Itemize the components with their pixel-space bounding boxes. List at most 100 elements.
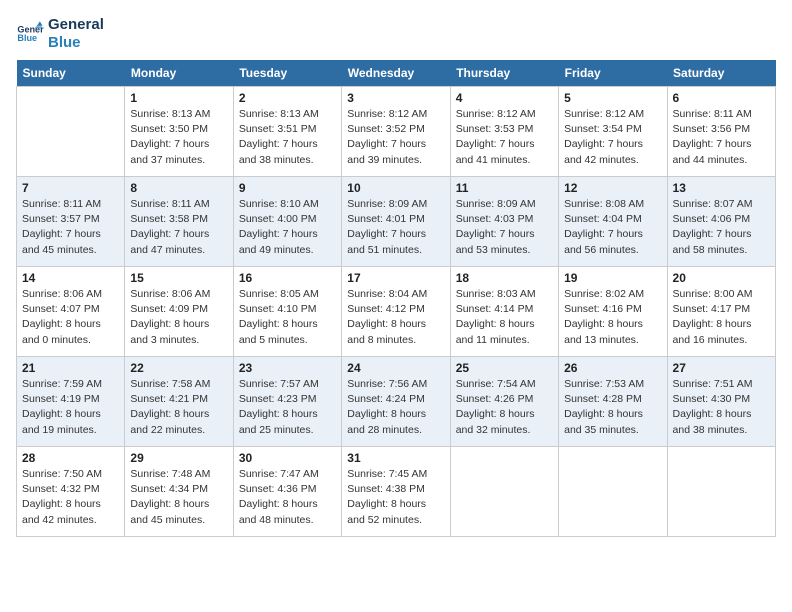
day-info: Sunrise: 7:59 AMSunset: 4:19 PMDaylight:… bbox=[22, 377, 119, 438]
calendar-cell: 6Sunrise: 8:11 AMSunset: 3:56 PMDaylight… bbox=[667, 87, 775, 177]
day-header-wednesday: Wednesday bbox=[342, 60, 450, 87]
calendar-cell: 17Sunrise: 8:04 AMSunset: 4:12 PMDayligh… bbox=[342, 267, 450, 357]
day-info: Sunrise: 7:58 AMSunset: 4:21 PMDaylight:… bbox=[130, 377, 227, 438]
calendar-week-row: 1 Sunrise: 8:13 AMSunset: 3:50 PMDaylight… bbox=[17, 87, 776, 177]
day-info: Sunrise: 7:47 AMSunset: 4:36 PMDaylight:… bbox=[239, 467, 336, 528]
day-header-tuesday: Tuesday bbox=[233, 60, 341, 87]
day-number: 8 bbox=[130, 181, 227, 195]
day-header-saturday: Saturday bbox=[667, 60, 775, 87]
calendar-cell: 15 Sunrise: 8:06 AMSunset: 4:09 PMDayligh… bbox=[125, 267, 233, 357]
day-header-friday: Friday bbox=[559, 60, 667, 87]
calendar-cell: 29 Sunrise: 7:48 AMSunset: 4:34 PMDayligh… bbox=[125, 447, 233, 537]
day-number: 18 bbox=[456, 271, 553, 285]
day-number: 21 bbox=[22, 361, 119, 375]
page-header: General Blue GeneralBlue bbox=[16, 16, 776, 52]
calendar-body: 1 Sunrise: 8:13 AMSunset: 3:50 PMDaylight… bbox=[17, 87, 776, 537]
calendar-cell: 25 Sunrise: 7:54 AMSunset: 4:26 PMDayligh… bbox=[450, 357, 558, 447]
calendar-week-row: 7Sunrise: 8:11 AMSunset: 3:57 PMDaylight… bbox=[17, 177, 776, 267]
day-number: 1 bbox=[130, 91, 227, 105]
day-info: Sunrise: 8:12 AMSunset: 3:52 PMDaylight:… bbox=[347, 107, 444, 168]
calendar-cell: 27Sunrise: 7:51 AMSunset: 4:30 PMDayligh… bbox=[667, 357, 775, 447]
day-info: Sunrise: 8:03 AMSunset: 4:14 PMDaylight:… bbox=[456, 287, 553, 348]
day-info: Sunrise: 7:53 AMSunset: 4:28 PMDaylight:… bbox=[564, 377, 661, 438]
calendar-cell: 2 Sunrise: 8:13 AMSunset: 3:51 PMDaylight… bbox=[233, 87, 341, 177]
calendar-cell: 26 Sunrise: 7:53 AMSunset: 4:28 PMDayligh… bbox=[559, 357, 667, 447]
day-info: Sunrise: 7:56 AMSunset: 4:24 PMDaylight:… bbox=[347, 377, 444, 438]
calendar-cell: 8 Sunrise: 8:11 AMSunset: 3:58 PMDaylight… bbox=[125, 177, 233, 267]
day-number: 20 bbox=[673, 271, 770, 285]
calendar-cell: 13 Sunrise: 8:07 AMSunset: 4:06 PMDayligh… bbox=[667, 177, 775, 267]
day-info: Sunrise: 8:07 AMSunset: 4:06 PMDaylight:… bbox=[673, 197, 770, 258]
day-info: Sunrise: 7:48 AMSunset: 4:34 PMDaylight:… bbox=[130, 467, 227, 528]
calendar-cell bbox=[450, 447, 558, 537]
calendar-cell: 31Sunrise: 7:45 AMSunset: 4:38 PMDayligh… bbox=[342, 447, 450, 537]
day-info: Sunrise: 8:06 AMSunset: 4:07 PMDaylight:… bbox=[22, 287, 119, 348]
calendar-cell: 7Sunrise: 8:11 AMSunset: 3:57 PMDaylight… bbox=[17, 177, 125, 267]
day-number: 4 bbox=[456, 91, 553, 105]
calendar-cell: 4 Sunrise: 8:12 AMSunset: 3:53 PMDaylight… bbox=[450, 87, 558, 177]
calendar-cell: 11Sunrise: 8:09 AMSunset: 4:03 PMDayligh… bbox=[450, 177, 558, 267]
calendar-cell: 5Sunrise: 8:12 AMSunset: 3:54 PMDaylight… bbox=[559, 87, 667, 177]
day-number: 5 bbox=[564, 91, 661, 105]
day-info: Sunrise: 8:00 AMSunset: 4:17 PMDaylight:… bbox=[673, 287, 770, 348]
day-number: 14 bbox=[22, 271, 119, 285]
day-info: Sunrise: 7:57 AMSunset: 4:23 PMDaylight:… bbox=[239, 377, 336, 438]
day-info: Sunrise: 8:11 AMSunset: 3:56 PMDaylight:… bbox=[673, 107, 770, 168]
day-number: 24 bbox=[347, 361, 444, 375]
calendar-cell: 20 Sunrise: 8:00 AMSunset: 4:17 PMDayligh… bbox=[667, 267, 775, 357]
day-number: 28 bbox=[22, 451, 119, 465]
day-number: 13 bbox=[673, 181, 770, 195]
day-info: Sunrise: 8:02 AMSunset: 4:16 PMDaylight:… bbox=[564, 287, 661, 348]
calendar-cell: 18 Sunrise: 8:03 AMSunset: 4:14 PMDayligh… bbox=[450, 267, 558, 357]
day-header-monday: Monday bbox=[125, 60, 233, 87]
svg-text:Blue: Blue bbox=[17, 33, 37, 43]
calendar-cell: 12Sunrise: 8:08 AMSunset: 4:04 PMDayligh… bbox=[559, 177, 667, 267]
day-info: Sunrise: 7:54 AMSunset: 4:26 PMDaylight:… bbox=[456, 377, 553, 438]
logo-icon: General Blue bbox=[16, 20, 44, 48]
day-number: 19 bbox=[564, 271, 661, 285]
calendar-cell: 22Sunrise: 7:58 AMSunset: 4:21 PMDayligh… bbox=[125, 357, 233, 447]
day-info: Sunrise: 8:13 AMSunset: 3:51 PMDaylight:… bbox=[239, 107, 336, 168]
day-header-sunday: Sunday bbox=[17, 60, 125, 87]
logo-text: GeneralBlue bbox=[48, 16, 104, 52]
calendar-cell: 23Sunrise: 7:57 AMSunset: 4:23 PMDayligh… bbox=[233, 357, 341, 447]
calendar-cell bbox=[559, 447, 667, 537]
calendar-week-row: 28Sunrise: 7:50 AMSunset: 4:32 PMDayligh… bbox=[17, 447, 776, 537]
calendar-week-row: 14 Sunrise: 8:06 AMSunset: 4:07 PMDayligh… bbox=[17, 267, 776, 357]
day-number: 16 bbox=[239, 271, 336, 285]
day-info: Sunrise: 8:13 AMSunset: 3:50 PMDaylight:… bbox=[130, 107, 227, 168]
calendar-header-row: SundayMondayTuesdayWednesdayThursdayFrid… bbox=[17, 60, 776, 87]
day-info: Sunrise: 8:11 AMSunset: 3:58 PMDaylight:… bbox=[130, 197, 227, 258]
day-info: Sunrise: 8:12 AMSunset: 3:53 PMDaylight:… bbox=[456, 107, 553, 168]
calendar-cell: 30Sunrise: 7:47 AMSunset: 4:36 PMDayligh… bbox=[233, 447, 341, 537]
calendar-cell: 16 Sunrise: 8:05 AMSunset: 4:10 PMDayligh… bbox=[233, 267, 341, 357]
calendar-cell: 14 Sunrise: 8:06 AMSunset: 4:07 PMDayligh… bbox=[17, 267, 125, 357]
day-header-thursday: Thursday bbox=[450, 60, 558, 87]
day-number: 10 bbox=[347, 181, 444, 195]
calendar-cell bbox=[667, 447, 775, 537]
day-info: Sunrise: 8:09 AMSunset: 4:01 PMDaylight:… bbox=[347, 197, 444, 258]
calendar-cell: 24 Sunrise: 7:56 AMSunset: 4:24 PMDayligh… bbox=[342, 357, 450, 447]
day-info: Sunrise: 8:10 AMSunset: 4:00 PMDaylight:… bbox=[239, 197, 336, 258]
day-number: 29 bbox=[130, 451, 227, 465]
calendar-cell: 3Sunrise: 8:12 AMSunset: 3:52 PMDaylight… bbox=[342, 87, 450, 177]
day-number: 27 bbox=[673, 361, 770, 375]
day-number: 12 bbox=[564, 181, 661, 195]
calendar-cell bbox=[17, 87, 125, 177]
day-number: 25 bbox=[456, 361, 553, 375]
calendar-table: SundayMondayTuesdayWednesdayThursdayFrid… bbox=[16, 60, 776, 537]
calendar-cell: 28Sunrise: 7:50 AMSunset: 4:32 PMDayligh… bbox=[17, 447, 125, 537]
day-number: 15 bbox=[130, 271, 227, 285]
day-info: Sunrise: 8:06 AMSunset: 4:09 PMDaylight:… bbox=[130, 287, 227, 348]
calendar-cell: 21 Sunrise: 7:59 AMSunset: 4:19 PMDayligh… bbox=[17, 357, 125, 447]
logo: General Blue GeneralBlue bbox=[16, 16, 104, 52]
day-info: Sunrise: 8:09 AMSunset: 4:03 PMDaylight:… bbox=[456, 197, 553, 258]
calendar-cell: 19 Sunrise: 8:02 AMSunset: 4:16 PMDayligh… bbox=[559, 267, 667, 357]
day-info: Sunrise: 7:45 AMSunset: 4:38 PMDaylight:… bbox=[347, 467, 444, 528]
calendar-week-row: 21 Sunrise: 7:59 AMSunset: 4:19 PMDayligh… bbox=[17, 357, 776, 447]
day-info: Sunrise: 8:05 AMSunset: 4:10 PMDaylight:… bbox=[239, 287, 336, 348]
day-info: Sunrise: 8:04 AMSunset: 4:12 PMDaylight:… bbox=[347, 287, 444, 348]
day-number: 7 bbox=[22, 181, 119, 195]
day-number: 2 bbox=[239, 91, 336, 105]
day-number: 26 bbox=[564, 361, 661, 375]
